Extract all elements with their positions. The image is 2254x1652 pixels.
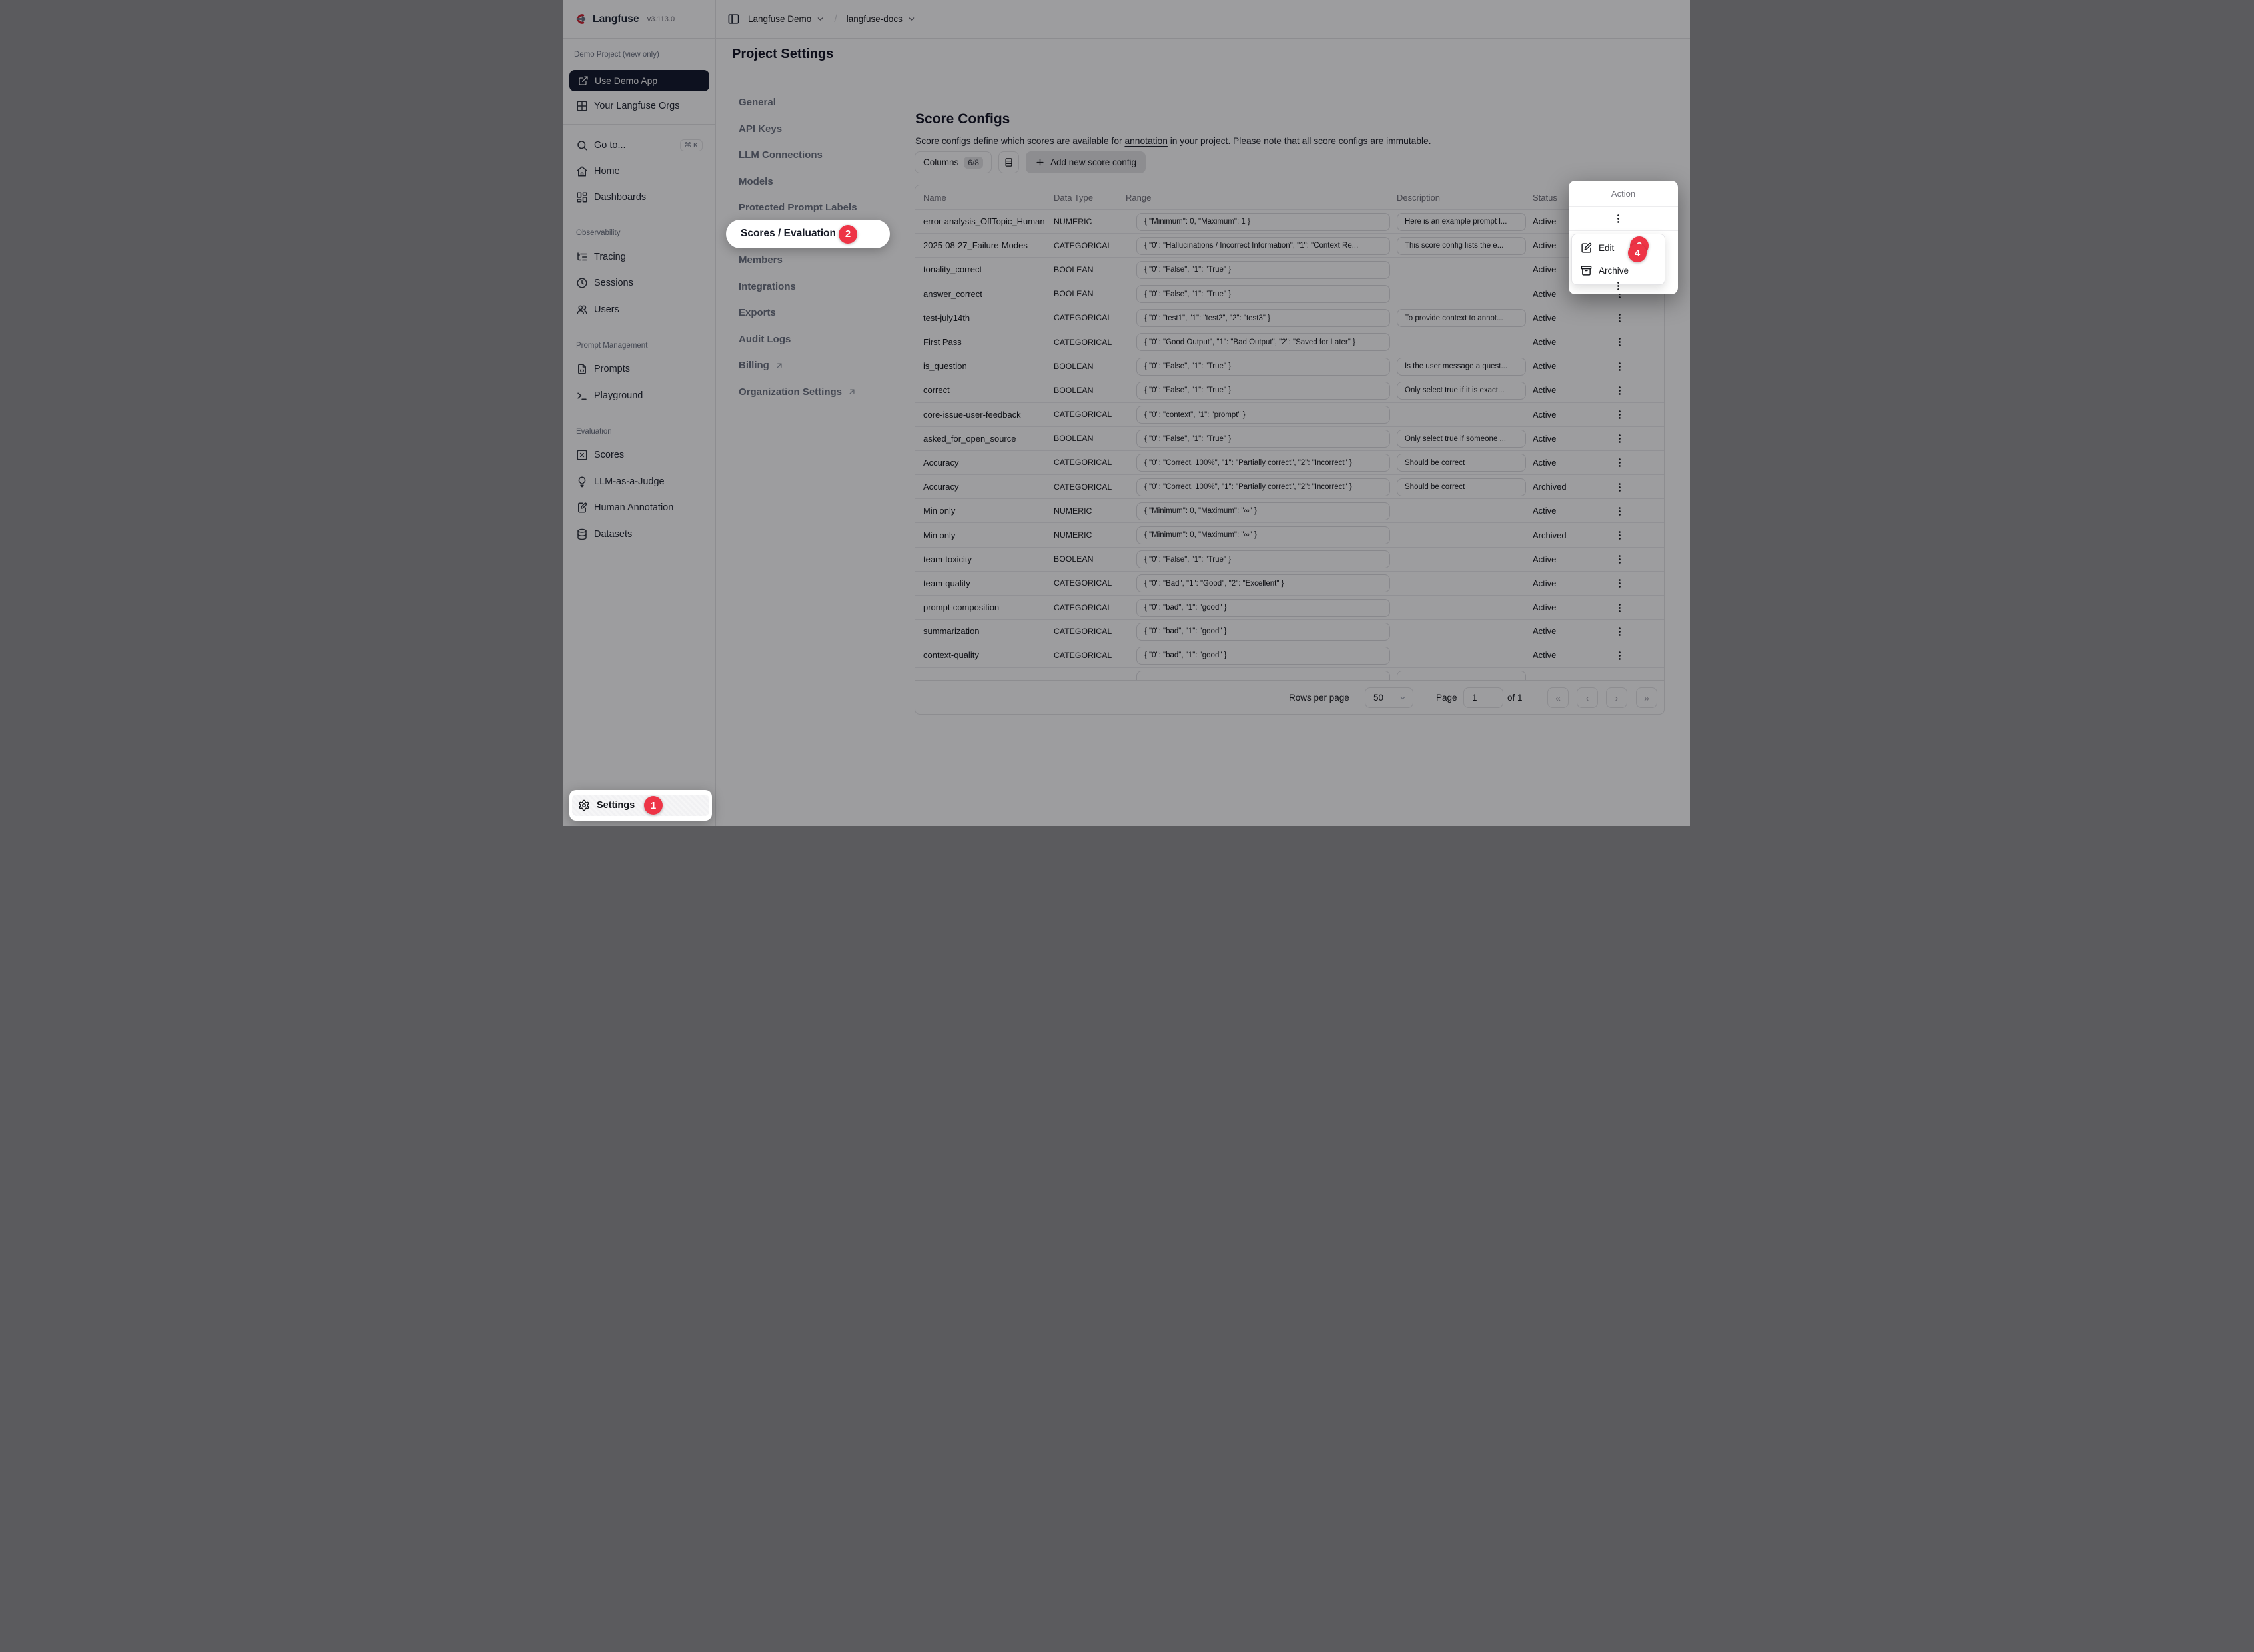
tour-step-1-badge: 1 — [644, 796, 663, 815]
kebab-menu-icon — [1610, 278, 1626, 294]
tour-dim-overlay — [564, 0, 1691, 826]
kebab-menu-icon[interactable] — [1610, 210, 1626, 226]
sidebar-item-settings[interactable]: Settings — [572, 795, 709, 816]
menu-item-edit[interactable]: Edit — [1572, 236, 1665, 259]
settings-card: Settings 1 — [569, 790, 712, 821]
settings-tab-scores-evaluation[interactable]: Scores / Evaluation2 — [726, 220, 890, 249]
settings-label: Settings — [597, 800, 635, 811]
tour-step-4-badge: 4 — [1628, 244, 1647, 262]
archive-icon — [1581, 265, 1592, 276]
settings-tab-label: Scores / Evaluation — [741, 228, 836, 240]
action-row: 3 — [1569, 206, 1678, 231]
action-column-header: Action — [1569, 181, 1678, 206]
tour-step-2-badge: 2 — [839, 225, 857, 244]
action-column-popup: Action 3 Edit — [1569, 181, 1678, 294]
edit-icon — [1581, 242, 1592, 254]
app-window: Langfuse v3.113.0 Demo Project (view onl… — [564, 0, 1691, 826]
gear-icon — [578, 799, 590, 811]
